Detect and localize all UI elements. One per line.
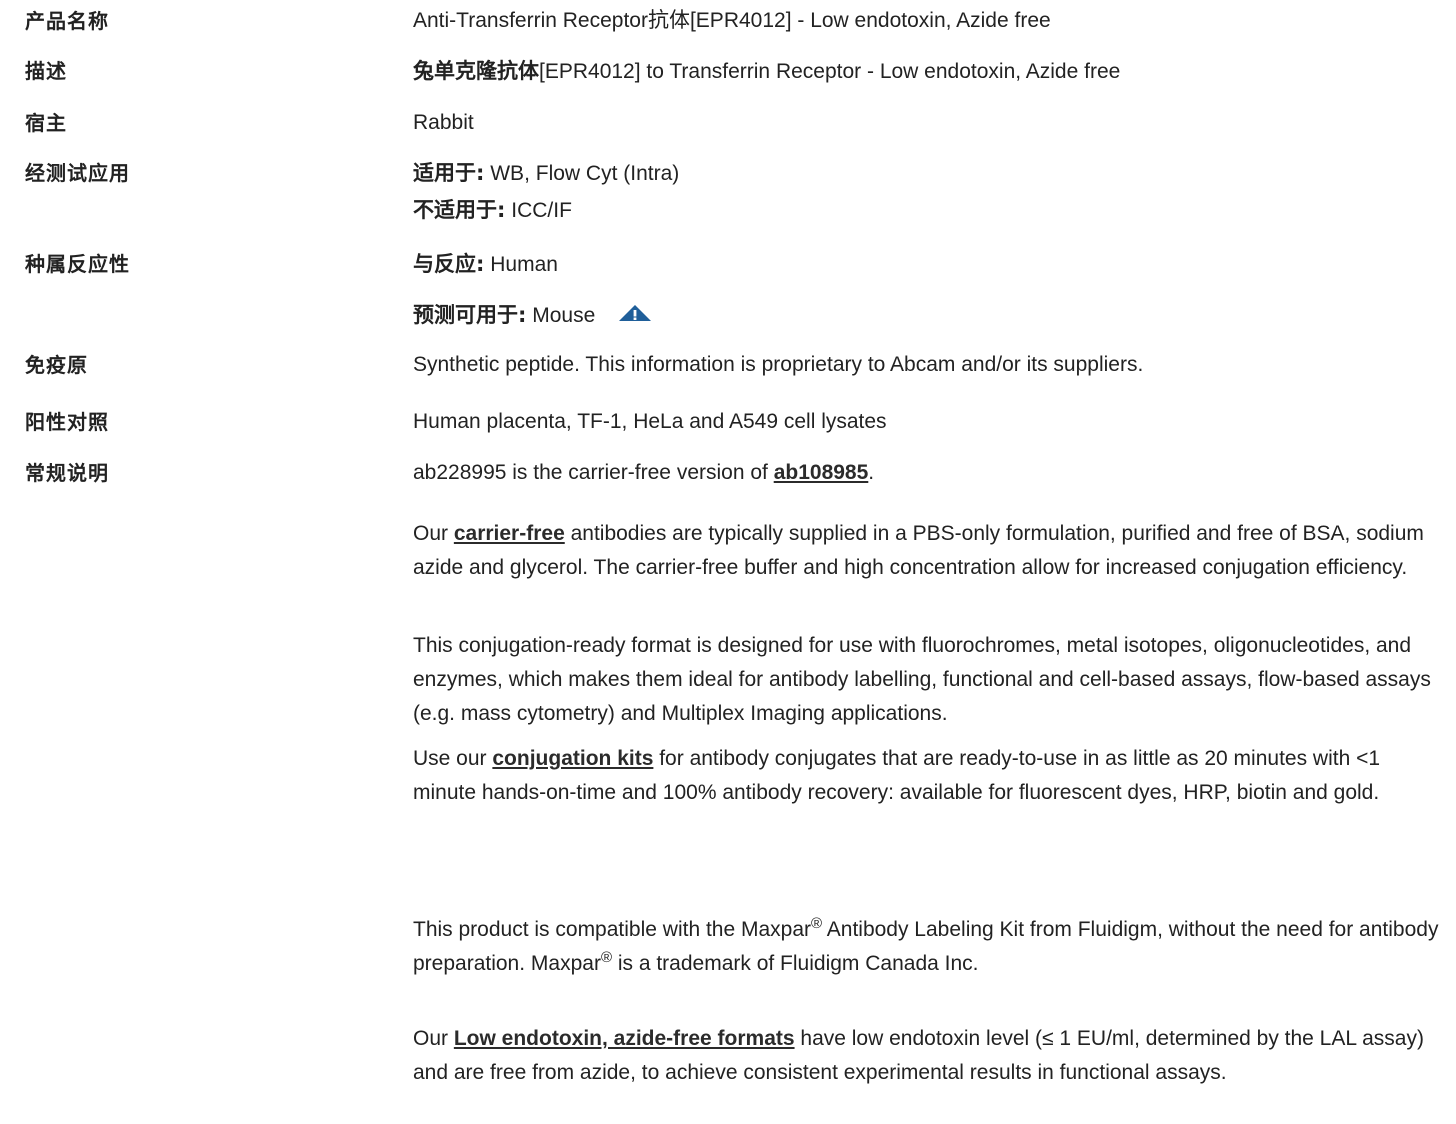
warning-triangle-icon[interactable] xyxy=(617,304,653,328)
description-rest: [EPR4012] to Transferrin Receptor - Low … xyxy=(539,60,1121,83)
notes-paragraph-0: ab228995 is the carrier-free version of … xyxy=(413,461,1448,485)
notes-p1-pre: Our xyxy=(413,522,454,545)
notes-paragraph-3: Use our conjugation kits for antibody co… xyxy=(413,742,1448,810)
reacts-value: Human xyxy=(484,253,558,276)
suitable-key: 适用于: xyxy=(413,161,485,185)
description-value: 兔单克隆抗体[EPR4012] to Transferrin Receptor … xyxy=(413,59,1448,84)
reacts-key: 与反应: xyxy=(413,252,485,276)
species-label: 种属反应性 xyxy=(25,252,130,276)
conjugation-kits-link[interactable]: conjugation kits xyxy=(492,747,653,770)
unsuitable-line: 不适用于: ICC/IF xyxy=(413,192,1448,229)
unsuitable-value: ICC/IF xyxy=(505,199,572,222)
notes-paragraph-1: Our carrier-free antibodies are typicall… xyxy=(413,517,1448,585)
predicted-value: Mouse xyxy=(526,304,596,327)
notes-p4-a: This product is compatible with the Maxp… xyxy=(413,918,812,941)
notes-p0-text: ab228995 is the carrier-free version of xyxy=(413,461,774,484)
host-label: 宿主 xyxy=(25,111,67,135)
predicted-key: 预测可用于: xyxy=(413,303,527,327)
ab108985-link[interactable]: ab108985 xyxy=(774,461,869,484)
description-label: 描述 xyxy=(25,59,67,83)
carrier-free-link[interactable]: carrier-free xyxy=(454,522,565,545)
suitable-line: 适用于: WB, Flow Cyt (Intra) xyxy=(413,155,1448,192)
product-name-value: Anti-Transferrin Receptor抗体[EPR4012] - L… xyxy=(413,9,1051,32)
unsuitable-key: 不适用于: xyxy=(413,198,506,222)
registered-mark-2: ® xyxy=(600,949,612,966)
product-name-label: 产品名称 xyxy=(25,9,109,33)
suitable-value: WB, Flow Cyt (Intra) xyxy=(484,162,680,185)
applications-value: 适用于: WB, Flow Cyt (Intra) 不适用于: ICC/IF xyxy=(413,155,1448,229)
registered-mark-1: ® xyxy=(811,915,823,932)
general-notes-label: 常规说明 xyxy=(25,461,109,485)
reacts-line: 与反应: Human xyxy=(413,252,1448,277)
notes-paragraph-5: Our Low endotoxin, azide-free formats ha… xyxy=(413,1022,1448,1090)
applications-label: 经测试应用 xyxy=(25,161,130,185)
notes-p4-c: is a trademark of Fluidigm Canada Inc. xyxy=(612,952,979,975)
low-endotoxin-formats-link[interactable]: Low endotoxin, azide-free formats xyxy=(454,1027,795,1050)
immunogen-label: 免疫原 xyxy=(25,353,88,377)
notes-paragraph-2: This conjugation-ready format is designe… xyxy=(413,634,1431,725)
notes-p5-pre: Our xyxy=(413,1027,454,1050)
positive-control-value: Human placenta, TF-1, HeLa and A549 cell… xyxy=(413,410,887,433)
description-bold: 兔单克隆抗体 xyxy=(413,59,539,83)
notes-p1-text: antibodies are typically supplied in a P… xyxy=(413,522,1424,579)
notes-paragraph-4: This product is compatible with the Maxp… xyxy=(413,913,1448,981)
host-value: Rabbit xyxy=(413,111,474,134)
notes-p3-pre: Use our xyxy=(413,747,493,770)
immunogen-value: Synthetic peptide. This information is p… xyxy=(413,353,1144,376)
predicted-line: 预测可用于: Mouse xyxy=(413,303,1448,328)
positive-control-label: 阳性对照 xyxy=(25,410,109,434)
notes-p0-end: . xyxy=(868,461,875,484)
